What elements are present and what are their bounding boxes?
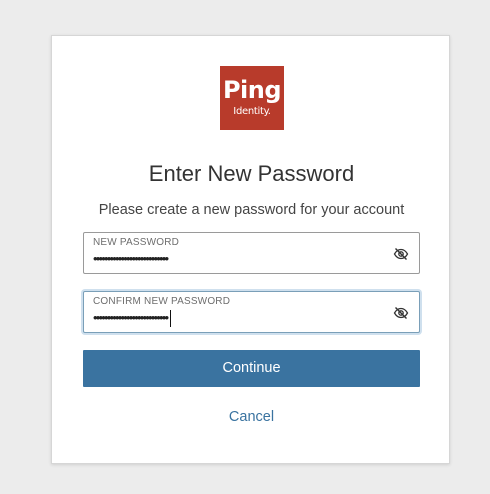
- continue-button[interactable]: Continue: [83, 350, 420, 387]
- new-password-label: NEW PASSWORD: [93, 237, 180, 248]
- text-caret: [170, 310, 172, 328]
- page-subtitle: Please create a new password for your ac…: [98, 202, 405, 218]
- cancel-link[interactable]: Cancel: [52, 407, 451, 427]
- new-password-field[interactable]: NEW PASSWORD •••••••••••••••••••••••••••: [83, 232, 420, 274]
- page-title: Enter New Password: [148, 161, 355, 186]
- confirm-password-field[interactable]: CONFIRM NEW PASSWORD •••••••••••••••••••…: [83, 291, 420, 333]
- confirm-password-value: •••••••••••••••••••••••••••: [93, 310, 169, 325]
- ping-identity-logo: Ping Identity.: [220, 66, 284, 130]
- confirm-password-value-wrap[interactable]: •••••••••••••••••••••••••••: [93, 310, 172, 328]
- eye-slash-icon[interactable]: [393, 305, 409, 321]
- logo-brand-text: Ping: [222, 76, 282, 104]
- login-card: Ping Identity. Enter New Password Please…: [51, 35, 450, 464]
- confirm-password-label: CONFIRM NEW PASSWORD: [93, 296, 231, 307]
- logo-sub-text: Identity.: [233, 106, 271, 117]
- eye-slash-icon[interactable]: [393, 246, 409, 262]
- new-password-value[interactable]: •••••••••••••••••••••••••••: [93, 251, 169, 267]
